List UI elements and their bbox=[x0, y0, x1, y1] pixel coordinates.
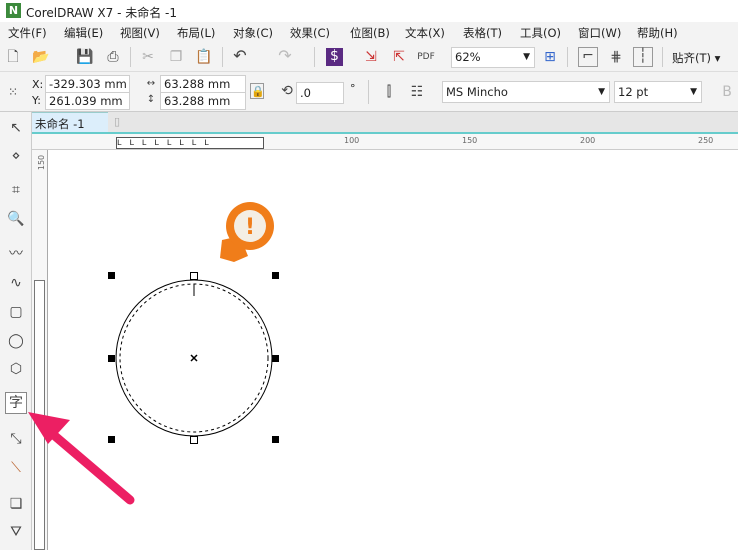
resize-handle-se[interactable] bbox=[272, 436, 279, 443]
resize-handle-sw[interactable] bbox=[108, 436, 115, 443]
resize-handle-n[interactable] bbox=[190, 272, 198, 280]
center-x-marker bbox=[190, 354, 198, 362]
annotation-arrow-icon bbox=[28, 412, 135, 505]
resize-handle-ne[interactable] bbox=[272, 272, 279, 279]
resize-handle-e[interactable] bbox=[272, 355, 279, 362]
resize-handle-s[interactable] bbox=[190, 436, 198, 444]
badge-warning-icon: ! bbox=[220, 202, 274, 262]
svg-text:!: ! bbox=[245, 215, 255, 240]
resize-handle-w[interactable] bbox=[108, 355, 115, 362]
resize-handle-nw[interactable] bbox=[108, 272, 115, 279]
